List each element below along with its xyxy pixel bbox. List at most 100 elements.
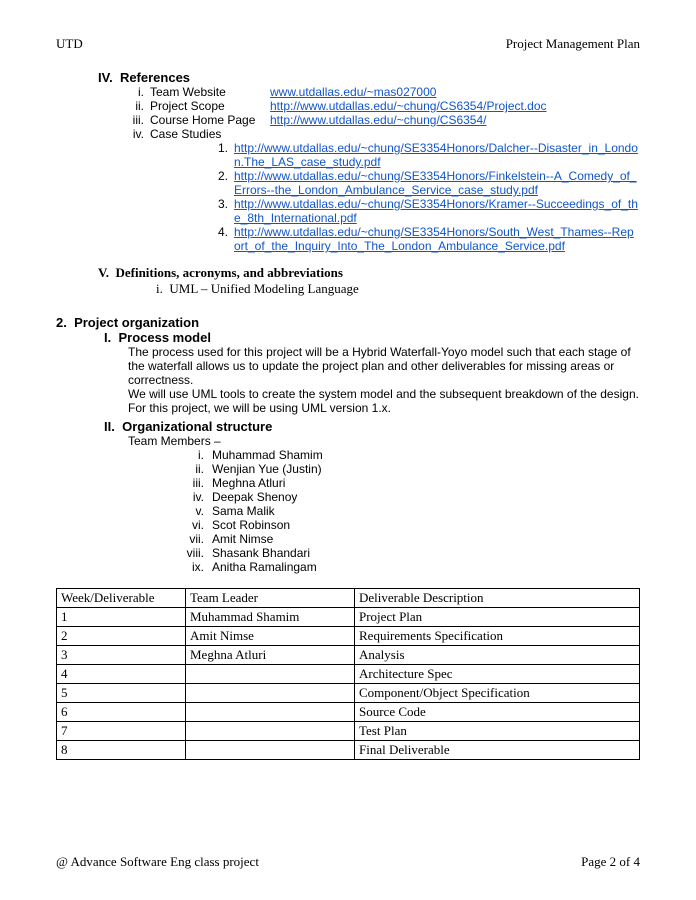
cell-week: 1 (57, 608, 186, 627)
cell-desc: Analysis (355, 646, 640, 665)
member-row: viii.Shasank Bhandari (176, 546, 640, 560)
process-model-p1: The process used for this project will b… (128, 345, 640, 387)
table-row: 2Amit NimseRequirements Specification (57, 627, 640, 646)
cell-week: 5 (57, 684, 186, 703)
member-name: Deepak Shenoy (212, 490, 297, 504)
section-project-org: 2. Project organization I. Process model… (56, 315, 640, 574)
cell-leader (186, 665, 355, 684)
member-row: iii.Meghna Atluri (176, 476, 640, 490)
cell-desc: Test Plan (355, 722, 640, 741)
subsection-num: I. (104, 330, 111, 345)
member-name: Amit Nimse (212, 532, 273, 546)
cell-leader (186, 741, 355, 760)
cell-leader (186, 684, 355, 703)
member-name: Meghna Atluri (212, 476, 285, 490)
cell-leader: Muhammad Shamim (186, 608, 355, 627)
member-num: ii. (176, 462, 212, 476)
member-row: iv.Deepak Shenoy (176, 490, 640, 504)
section-title: Project organization (74, 315, 199, 330)
cell-week: 8 (57, 741, 186, 760)
ref-item: i. Team Website www.utdallas.edu/~mas027… (120, 85, 640, 99)
member-num: iv. (176, 490, 212, 504)
header-left: UTD (56, 36, 83, 52)
ref-num: ii. (120, 99, 150, 113)
ref-link[interactable]: http://www.utdallas.edu/~chung/CS6354/ (270, 113, 486, 127)
th-desc: Deliverable Description (355, 589, 640, 608)
ref-label: Project Scope (150, 99, 270, 113)
case-link[interactable]: http://www.utdallas.edu/~chung/SE3354Hon… (234, 197, 638, 225)
member-num: v. (176, 504, 212, 518)
member-row: i.Muhammad Shamim (176, 448, 640, 462)
ref-num: iv. (120, 127, 150, 141)
member-name: Muhammad Shamim (212, 448, 323, 462)
section-title: References (120, 70, 190, 85)
table-header-row: Week/Deliverable Team Leader Deliverable… (57, 589, 640, 608)
th-week: Week/Deliverable (57, 589, 186, 608)
section-num: 2. (56, 315, 67, 330)
ref-link[interactable]: www.utdallas.edu/~mas027000 (270, 85, 436, 99)
ref-item: iv. Case Studies (120, 127, 640, 141)
member-name: Anitha Ramalingam (212, 560, 317, 574)
cell-week: 6 (57, 703, 186, 722)
cell-week: 7 (57, 722, 186, 741)
member-num: iii. (176, 476, 212, 490)
case-num: 4. (210, 225, 234, 253)
member-num: viii. (176, 546, 212, 560)
case-link[interactable]: http://www.utdallas.edu/~chung/SE3354Hon… (234, 225, 634, 253)
member-row: v.Sama Malik (176, 504, 640, 518)
case-study-item: 3. http://www.utdallas.edu/~chung/SE3354… (210, 197, 640, 225)
cell-desc: Final Deliverable (355, 741, 640, 760)
case-num: 3. (210, 197, 234, 225)
cell-desc: Requirements Specification (355, 627, 640, 646)
subsection-title: Organizational structure (122, 419, 272, 434)
cell-week: 3 (57, 646, 186, 665)
cell-leader (186, 722, 355, 741)
ref-label: Course Home Page (150, 113, 270, 127)
member-name: Shasank Bhandari (212, 546, 310, 560)
team-members-list: i.Muhammad Shamim ii.Wenjian Yue (Justin… (176, 448, 640, 574)
case-num: 2. (210, 169, 234, 197)
ref-item: ii. Project Scope http://www.utdallas.ed… (120, 99, 640, 113)
member-row: ix.Anitha Ramalingam (176, 560, 640, 574)
table-row: 4Architecture Spec (57, 665, 640, 684)
table-row: 3Meghna AtluriAnalysis (57, 646, 640, 665)
process-model-p2: We will use UML tools to create the syst… (128, 387, 640, 415)
member-name: Scot Robinson (212, 518, 290, 532)
member-row: vi.Scot Robinson (176, 518, 640, 532)
case-study-item: 4. http://www.utdallas.edu/~chung/SE3354… (210, 225, 640, 253)
header-right: Project Management Plan (506, 36, 640, 52)
deliverables-table: Week/Deliverable Team Leader Deliverable… (56, 588, 640, 760)
case-link[interactable]: http://www.utdallas.edu/~chung/SE3354Hon… (234, 169, 637, 197)
cell-leader: Meghna Atluri (186, 646, 355, 665)
member-row: vii.Amit Nimse (176, 532, 640, 546)
ref-link[interactable]: http://www.utdallas.edu/~chung/CS6354/Pr… (270, 99, 547, 113)
section-num: IV. (98, 70, 113, 85)
cell-leader: Amit Nimse (186, 627, 355, 646)
member-num: ix. (176, 560, 212, 574)
case-link[interactable]: http://www.utdallas.edu/~chung/SE3354Hon… (234, 141, 638, 169)
table-row: 5Component/Object Specification (57, 684, 640, 703)
cell-desc: Project Plan (355, 608, 640, 627)
ref-label: Case Studies (150, 127, 270, 141)
subsection-title: Process model (118, 330, 211, 345)
table-row: 8 Final Deliverable (57, 741, 640, 760)
table-row: 6 Source Code (57, 703, 640, 722)
section-definitions: V. Definitions, acronyms, and abbreviati… (56, 265, 640, 297)
footer-right: Page 2 of 4 (581, 854, 640, 870)
team-members-lead: Team Members – (128, 434, 640, 448)
case-study-item: 2. http://www.utdallas.edu/~chung/SE3354… (210, 169, 640, 197)
cell-desc: Source Code (355, 703, 640, 722)
ref-num: i. (120, 85, 150, 99)
ref-label: Team Website (150, 85, 270, 99)
member-num: vii. (176, 532, 212, 546)
member-name: Wenjian Yue (Justin) (212, 462, 322, 476)
member-row: ii.Wenjian Yue (Justin) (176, 462, 640, 476)
ref-num: iii. (120, 113, 150, 127)
subsection-num: II. (104, 419, 115, 434)
member-num: vi. (176, 518, 212, 532)
table-row: 1Muhammad ShamimProject Plan (57, 608, 640, 627)
def-text: UML – Unified Modeling Language (169, 281, 358, 296)
page-header: UTD Project Management Plan (56, 36, 640, 52)
cell-leader (186, 703, 355, 722)
section-references: IV. References i. Team Website www.utdal… (56, 70, 640, 253)
